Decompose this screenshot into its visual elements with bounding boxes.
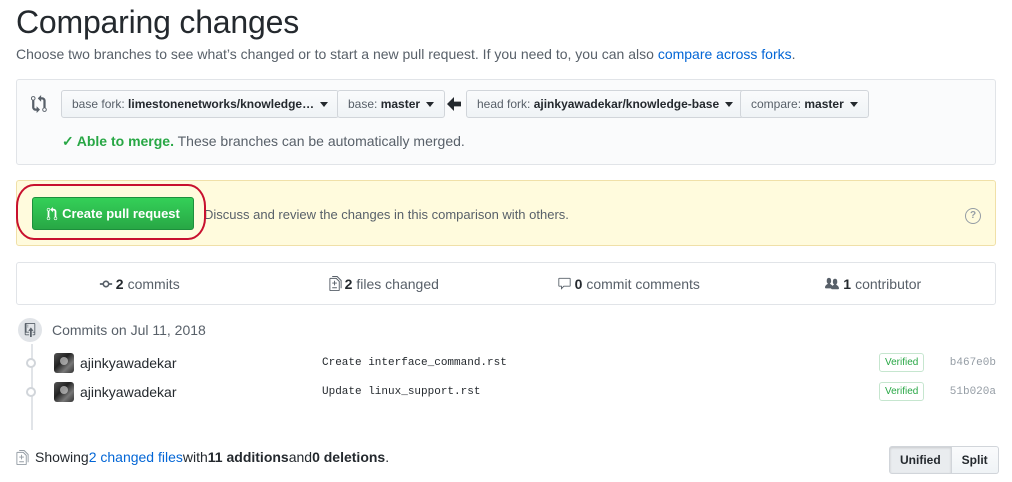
- create-pull-request-button[interactable]: Create pull request: [32, 197, 194, 230]
- file-diff-icon: [329, 276, 342, 291]
- git-compare-icon: [31, 95, 47, 113]
- arrow-left-icon: [447, 97, 461, 111]
- files-count: 2: [344, 275, 353, 292]
- subtitle-end: .: [791, 46, 796, 62]
- compare-across-forks-link[interactable]: compare across forks: [658, 46, 792, 62]
- merge-ok-text: Able to merge.: [76, 133, 174, 149]
- commits-label: commits: [127, 275, 180, 292]
- base-value: master: [380, 97, 421, 111]
- commits-count: 2: [115, 275, 124, 292]
- commit-dot-icon: [26, 387, 36, 397]
- commit-message[interactable]: Update linux_support.rst: [322, 386, 480, 398]
- additions-count: 11 additions: [207, 449, 289, 465]
- git-commit-icon: [99, 280, 112, 287]
- base-fork-select[interactable]: base fork: limestonenetworks/knowledge…: [61, 90, 340, 118]
- head-fork-value: ajinkyawadekar/knowledge-base: [533, 97, 720, 111]
- commit-comments-tab[interactable]: 0 commit comments: [506, 276, 751, 292]
- base-branch-select[interactable]: base: master: [337, 90, 446, 118]
- with-text: with: [182, 449, 208, 465]
- deletions-count: 0 deletions: [312, 449, 386, 465]
- file-diff-icon: [16, 449, 29, 465]
- commit-row: ajinkyawadekar Create interface_command.…: [16, 349, 996, 377]
- comparison-summary: 2 commits 2 files changed 0 commit comments…: [16, 262, 996, 305]
- compare-branch-select[interactable]: compare: master: [740, 90, 869, 118]
- git-pull-request-icon: [46, 206, 58, 220]
- verified-badge[interactable]: Verified: [879, 382, 925, 401]
- subtitle-text: Choose two branches to see what’s change…: [16, 46, 658, 62]
- chevron-down-icon: [849, 102, 858, 108]
- split-view-button[interactable]: Split: [951, 446, 999, 474]
- comments-count: 0: [574, 275, 583, 292]
- merge-status: ✓ Able to merge. These branches can be au…: [62, 133, 465, 150]
- commits-date-label: Commits on Jul 11, 2018: [52, 322, 206, 338]
- merge-detail-text: These branches can be automatically merg…: [173, 133, 465, 149]
- commit-group-header: Commits on Jul 11, 2018: [16, 316, 206, 344]
- contributors-tab[interactable]: 1 contributor: [751, 276, 996, 292]
- commit-row: ajinkyawadekar Update linux_support.rst …: [16, 378, 996, 406]
- create-pr-panel: Create pull request Discuss and review t…: [16, 180, 996, 246]
- base-label: base:: [348, 97, 378, 111]
- commit-author[interactable]: ajinkyawadekar: [80, 355, 177, 371]
- head-fork-label: head fork:: [477, 97, 531, 111]
- page-title: Comparing changes: [16, 4, 299, 40]
- chevron-down-icon: [426, 102, 435, 108]
- create-pull-request-label: Create pull request: [62, 206, 180, 221]
- check-icon: ✓: [62, 133, 74, 149]
- base-fork-value: limestonenetworks/knowledge…: [128, 97, 315, 111]
- and-text: and: [288, 449, 313, 465]
- commit-sha[interactable]: b467e0b: [950, 357, 996, 369]
- head-fork-select[interactable]: head fork: ajinkyawadekar/knowledge-base: [466, 90, 745, 118]
- chevron-down-icon: [725, 102, 734, 108]
- commit-message[interactable]: Create interface_command.rst: [322, 357, 507, 369]
- files-label: files changed: [356, 275, 439, 292]
- page-subtitle: Choose two branches to see what’s change…: [16, 46, 796, 62]
- unified-view-button[interactable]: Unified: [889, 446, 952, 474]
- chevron-down-icon: [320, 102, 329, 108]
- comment-icon: [557, 277, 571, 290]
- base-fork-label: base fork:: [72, 97, 125, 111]
- commit-author[interactable]: ajinkyawadekar: [80, 384, 177, 400]
- showing-text: Showing: [35, 449, 89, 465]
- question-icon[interactable]: ?: [965, 208, 981, 224]
- commits-tab[interactable]: 2 commits: [17, 276, 262, 292]
- people-icon: [825, 277, 840, 289]
- comments-label: commit comments: [586, 275, 700, 292]
- diff-view-toggle: Unified Split: [889, 446, 999, 474]
- pr-description: Discuss and review the changes in this c…: [204, 207, 569, 222]
- diff-summary: Showing 2 changed files with 11 addition…: [16, 449, 389, 465]
- commit-sha[interactable]: 51b020a: [950, 386, 996, 398]
- compare-value: master: [804, 97, 844, 111]
- avatar[interactable]: [54, 382, 74, 402]
- contributors-count: 1: [843, 275, 852, 292]
- period-text: .: [385, 449, 390, 465]
- range-editor: base fork: limestonenetworks/knowledge… …: [16, 79, 996, 165]
- avatar[interactable]: [54, 353, 74, 373]
- compare-label: compare:: [751, 97, 802, 111]
- changed-files-link[interactable]: 2 changed files: [89, 449, 183, 465]
- contributors-label: contributor: [855, 275, 922, 292]
- verified-badge[interactable]: Verified: [879, 353, 925, 372]
- repo-push-icon: [16, 316, 44, 344]
- files-changed-tab[interactable]: 2 files changed: [262, 276, 507, 292]
- commit-dot-icon: [26, 358, 36, 368]
